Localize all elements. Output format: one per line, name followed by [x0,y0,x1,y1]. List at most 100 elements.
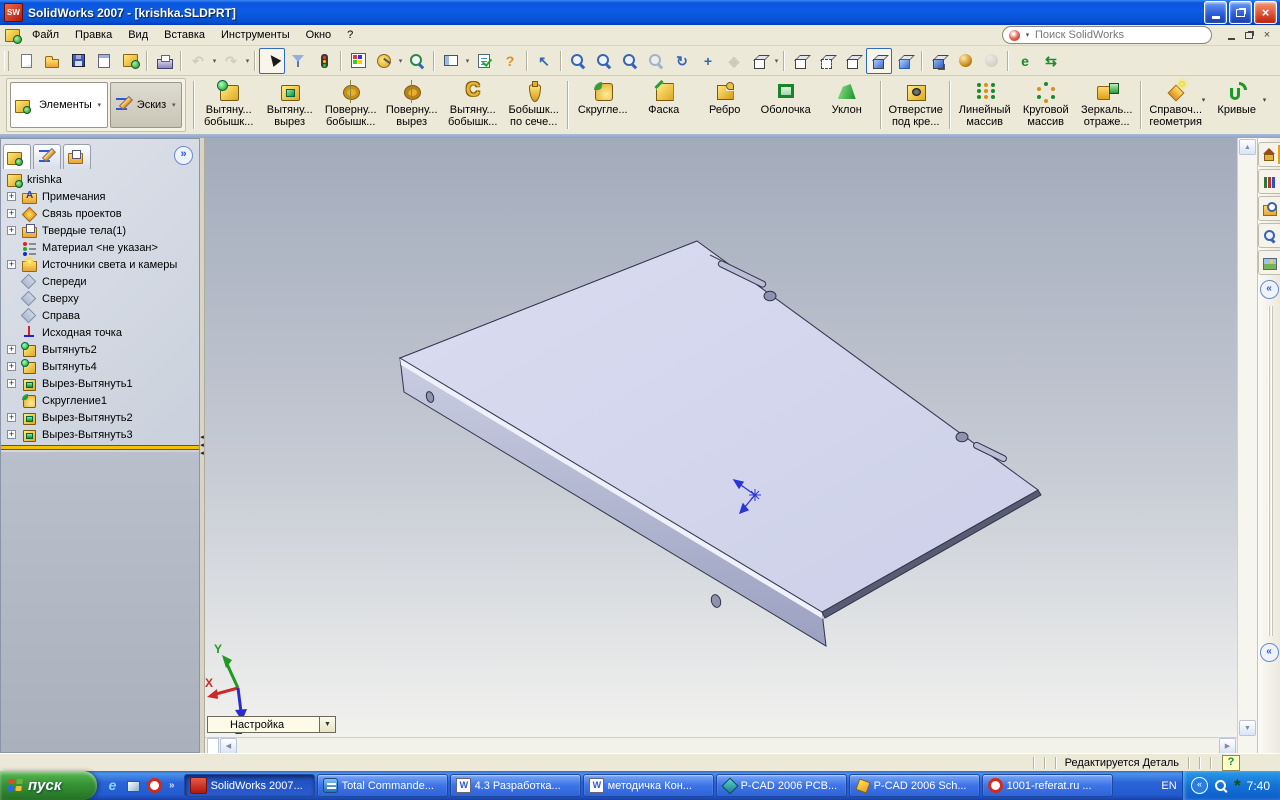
dropdown-icon[interactable]: ▾ [464,57,471,65]
tree-item-boss[interactable]: + Вытянуть4 [1,358,199,375]
taskpane-tab-design-library[interactable] [1257,169,1280,194]
expand-icon[interactable]: + [7,192,16,201]
minimize-button[interactable] [1204,1,1227,24]
child-restore-button[interactable] [1240,28,1258,43]
tab-configuration-manager[interactable] [63,144,91,169]
taskpane-collapse-icon[interactable]: « [1259,280,1279,299]
expand-icon[interactable]: + [7,226,16,235]
help-button[interactable]: ? [497,48,523,74]
menu-item-Вставка[interactable]: Вставка [156,27,213,43]
view-orientation-button[interactable] [747,48,773,74]
part-hole-right[interactable] [955,431,969,443]
close-button[interactable]: × [1254,1,1277,24]
taskbar-button[interactable]: P-CAD 2006 Sch... [848,774,980,797]
search-dropdown-icon[interactable]: ▾ [1024,31,1031,39]
fillet-button[interactable]: Скругле... [572,78,633,132]
tree-item-origin[interactable]: Исходная точка [1,324,199,341]
start-button[interactable]: пуск [0,771,97,800]
tree-item-folder-a[interactable]: + Примечания [1,188,199,205]
scroll-up-icon[interactable]: ▲ [1239,139,1256,155]
wireframe-button[interactable] [788,48,814,74]
tab-sketch[interactable]: Эскиз ▾ [109,82,183,128]
taskbar-button[interactable]: P-CAD 2006 PCB... [715,774,847,797]
pan-button[interactable]: + [695,48,721,74]
taskpane-tab-solidworks-resources[interactable] [1257,142,1280,167]
view-settings-button[interactable] [438,48,464,74]
shaded-button[interactable] [892,48,918,74]
shadows-in-shaded-mode-button[interactable] [926,48,952,74]
previous-view-button[interactable]: ↖ [531,48,557,74]
internet-explorer-icon[interactable]: e [105,778,120,793]
taskpane-tab-search[interactable] [1257,223,1280,248]
shaded-with-edges-button[interactable] [866,47,892,74]
tree-root-item[interactable]: krishka [1,171,199,188]
dropdown-icon[interactable]: ▾ [244,57,251,65]
options-button[interactable] [471,48,497,74]
hide-tray-icons-icon[interactable]: « [1191,777,1209,794]
save-button[interactable] [65,48,91,74]
revolved-boss-button[interactable]: Поверну... бобышк... [320,78,381,132]
tab-feature-manager[interactable] [3,144,31,169]
expand-icon[interactable]: + [7,362,16,371]
dropdown-icon[interactable]: ▾ [1202,96,1206,104]
scroll-right-icon[interactable]: ▶ [1219,737,1236,754]
tray-antivirus-icon[interactable]: * [1234,777,1241,794]
expand-icon[interactable]: + [7,413,16,422]
check-button[interactable] [404,48,430,74]
expand-icon[interactable]: + [7,430,16,439]
taskbar-button[interactable]: Total Commande... [316,774,448,797]
tree-item-plane[interactable]: Справа [1,307,199,324]
new-document-button[interactable] [13,48,39,74]
extruded-boss-button[interactable]: Вытяну... бобышк... [198,78,259,132]
quick-launch-more-icon[interactable]: » [169,780,175,791]
expand-icon[interactable]: + [7,209,16,218]
select-button[interactable] [259,47,285,74]
rebuild-button[interactable] [311,48,337,74]
child-close-button[interactable]: × [1258,28,1276,43]
tree-item-cut[interactable]: + Вырез-Вытянуть1 [1,375,199,392]
tab-features[interactable]: Элементы ▾ [10,82,108,128]
tree-item-plane[interactable]: Спереди [1,273,199,290]
tree-item-folder-cube[interactable]: + Твердые тела(1) [1,222,199,239]
status-help-button[interactable]: ? [1222,754,1240,771]
tree-item-cut[interactable]: + Вырез-Вытянуть3 [1,426,199,443]
restore-button[interactable] [1229,1,1252,24]
configuration-combo[interactable]: Настройка ▼ [207,716,336,733]
hole-wizard-button[interactable]: Отверстие под кре... [885,78,946,132]
measure-button[interactable] [371,48,397,74]
dropdown-icon[interactable]: ▾ [397,57,404,65]
tree-item-cut[interactable]: + Вырез-Вытянуть2 [1,409,199,426]
menu-item-Инструменты[interactable]: Инструменты [213,27,298,43]
vertical-scrollbar[interactable]: ▲ ▼ [1237,138,1257,753]
reference-geometry-button[interactable]: Справоч... геометрия ▾ [1145,78,1206,132]
taskbar-button[interactable]: 4.3 Разработка... [449,774,581,797]
sketch-tab-dropdown-icon[interactable]: ▾ [170,101,177,109]
selection-filter-button[interactable] [285,48,311,74]
print-button[interactable] [151,48,177,74]
graphics-viewport[interactable]: Y X Z Настройка ▼ [205,138,1237,737]
hidden-lines-visible-button[interactable] [814,48,840,74]
extruded-cut-button[interactable]: Вытяну... вырез [259,78,320,132]
menu-item-Файл[interactable]: Файл [24,27,67,43]
opera-icon[interactable] [147,778,162,793]
revolved-cut-button[interactable]: Поверну... вырез [381,78,442,132]
zoom-to-area-button[interactable] [591,48,617,74]
rib-button[interactable]: Ребро [694,78,755,132]
taskpane-tab-file-explorer[interactable] [1257,196,1280,221]
hidden-lines-removed-button[interactable] [840,48,866,74]
taskpane-collapse-icon[interactable]: « [1259,643,1279,662]
menu-item-?[interactable]: ? [339,27,361,43]
menu-item-Правка[interactable]: Правка [67,27,120,43]
expand-icon[interactable]: + [7,379,16,388]
swept-boss-button[interactable]: Вытяну...бобышк... [442,78,503,132]
zoom-to-fit-button[interactable] [565,48,591,74]
undo-button[interactable]: ↶ [185,48,211,74]
menu-item-Окно[interactable]: Окно [298,27,340,43]
physical-dynamics-button[interactable]: ⇆ [1038,48,1064,74]
panel-expand-chevron[interactable]: » [174,146,193,165]
tree-item-plane[interactable]: Сверху [1,290,199,307]
make-assembly-from-part-button[interactable] [117,48,143,74]
dropdown-icon[interactable]: ▾ [773,57,780,65]
realview-button[interactable] [952,48,978,74]
tree-item-material[interactable]: Материал <не указан> [1,239,199,256]
